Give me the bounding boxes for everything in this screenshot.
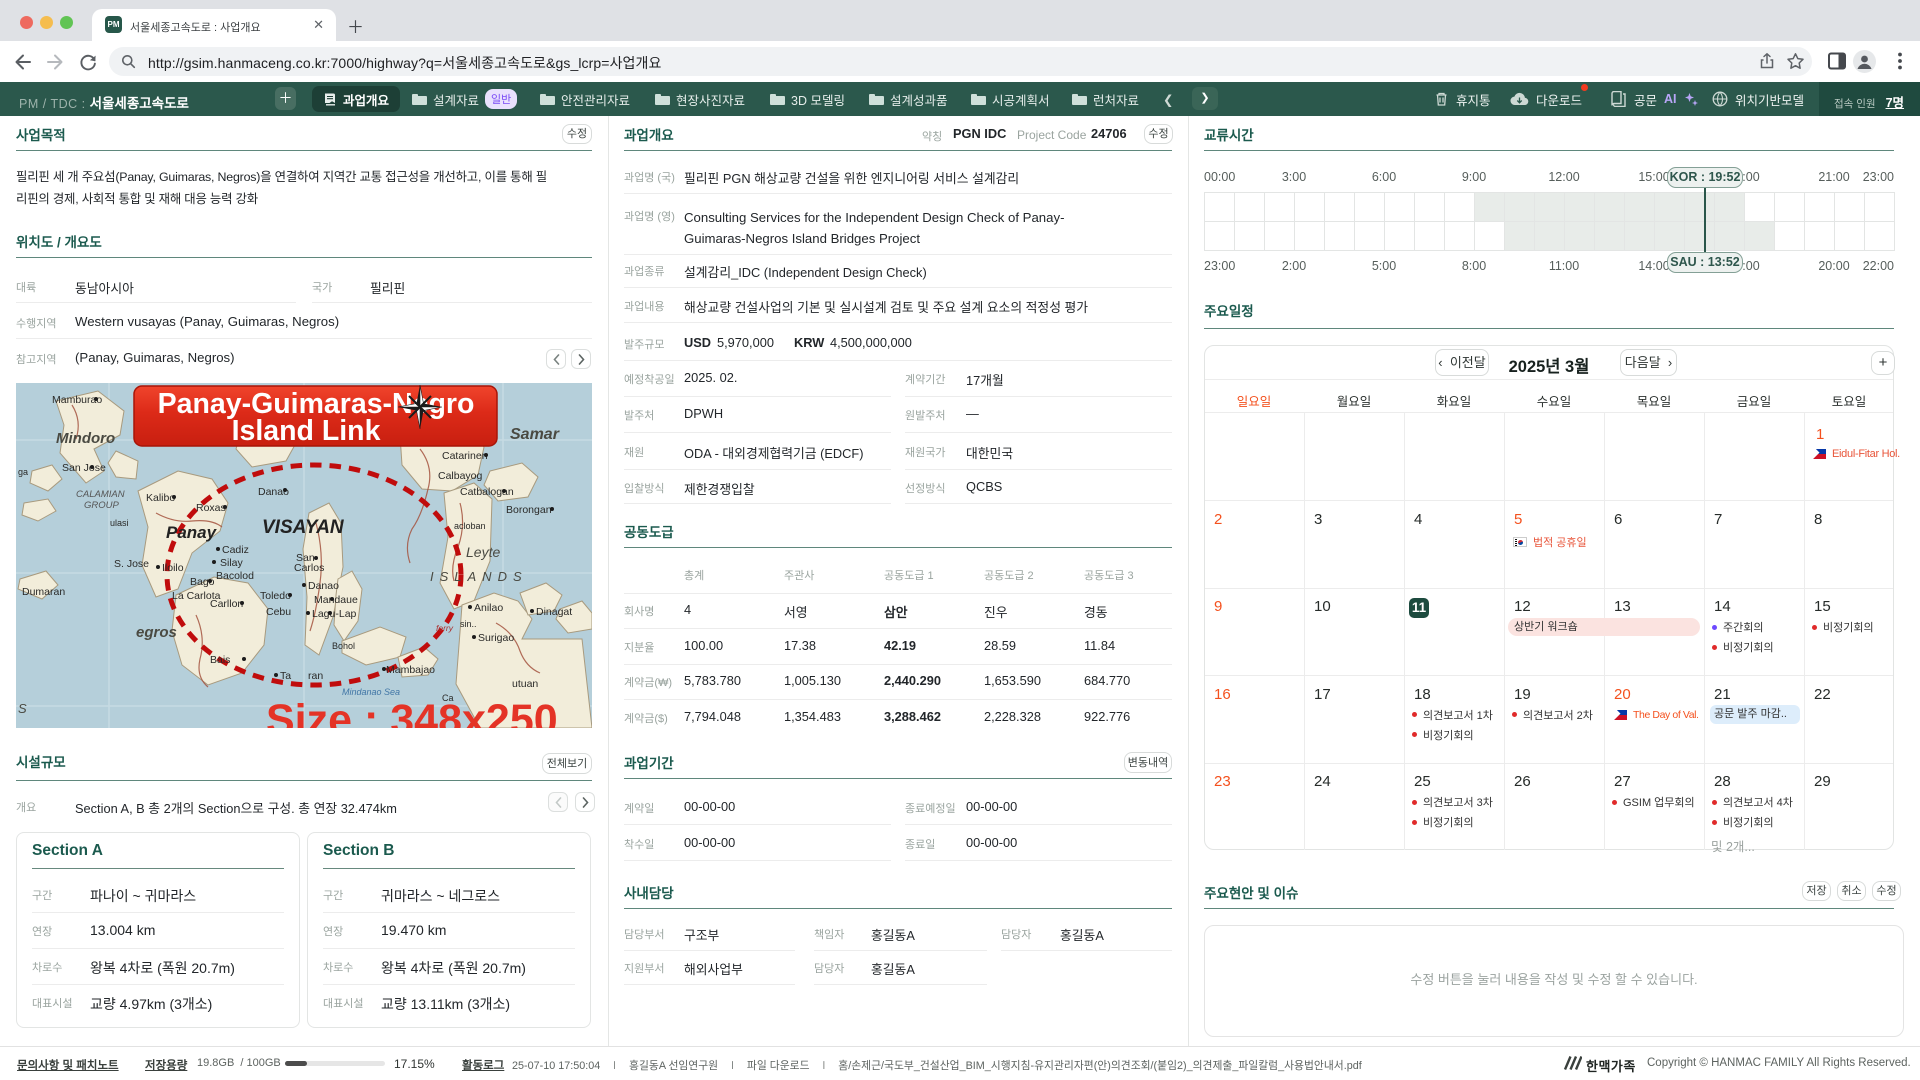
svg-text:Mandaue: Mandaue bbox=[314, 594, 358, 606]
svg-text:Mambajao: Mambajao bbox=[386, 664, 435, 676]
svg-text:Catbalogan: Catbalogan bbox=[460, 486, 514, 498]
svg-text:Dinagat: Dinagat bbox=[536, 606, 572, 618]
svg-text:Island Link: Island Link bbox=[232, 415, 381, 447]
svg-text:San Jose: San Jose bbox=[62, 462, 106, 474]
svg-text:Danao: Danao bbox=[258, 486, 289, 498]
svg-text:ferry: ferry bbox=[436, 623, 454, 633]
svg-text:Bacolod: Bacolod bbox=[216, 570, 254, 582]
svg-text:Kalibo: Kalibo bbox=[146, 492, 175, 504]
svg-text:Toledo: Toledo bbox=[260, 590, 291, 602]
svg-text:ulasi: ulasi bbox=[110, 518, 129, 528]
svg-text:VISAYAN: VISAYAN bbox=[262, 517, 345, 538]
svg-text:Cadiz: Cadiz bbox=[222, 544, 249, 556]
svg-text:Carlos: Carlos bbox=[294, 562, 324, 574]
svg-text:Iloilo: Iloilo bbox=[162, 562, 184, 574]
svg-text:S: S bbox=[18, 701, 27, 716]
svg-text:Cebu: Cebu bbox=[266, 606, 291, 618]
svg-text:Mindoro: Mindoro bbox=[56, 430, 115, 447]
svg-text:Roxas: Roxas bbox=[196, 502, 226, 514]
svg-text:Lagu-Lap: Lagu-Lap bbox=[312, 608, 357, 620]
svg-text:Calbayog: Calbayog bbox=[438, 470, 483, 482]
svg-text:Dumaran: Dumaran bbox=[22, 586, 65, 598]
svg-text:ISLANDS: ISLANDS bbox=[430, 569, 528, 584]
svg-text:egros: egros bbox=[136, 624, 177, 641]
svg-text:Size : 348x250: Size : 348x250 bbox=[266, 696, 558, 728]
svg-text:Leyte: Leyte bbox=[466, 544, 500, 560]
svg-text:utuan: utuan bbox=[512, 678, 538, 690]
svg-text:Anilao: Anilao bbox=[474, 602, 503, 614]
svg-text:Silay: Silay bbox=[220, 557, 244, 569]
svg-text:Borongan: Borongan bbox=[506, 504, 552, 516]
svg-text:Catarinen: Catarinen bbox=[442, 450, 488, 462]
svg-text:ran: ran bbox=[308, 670, 323, 682]
svg-text:sin..: sin.. bbox=[460, 619, 477, 629]
svg-text:Bais: Bais bbox=[210, 654, 230, 666]
svg-text:Surigao: Surigao bbox=[478, 632, 514, 644]
svg-text:Panay: Panay bbox=[166, 523, 218, 542]
svg-text:CALAMIAN: CALAMIAN bbox=[76, 489, 125, 500]
svg-text:GROUP: GROUP bbox=[84, 500, 120, 511]
svg-text:Samar: Samar bbox=[510, 426, 560, 443]
svg-text:acloban: acloban bbox=[454, 521, 486, 531]
svg-text:Danao: Danao bbox=[308, 580, 339, 592]
svg-text:Ta: Ta bbox=[280, 670, 291, 682]
svg-text:Carllon: Carllon bbox=[210, 598, 243, 610]
svg-text:Bohol: Bohol bbox=[332, 641, 355, 651]
svg-text:S. Jose: S. Jose bbox=[114, 558, 149, 570]
svg-text:ga: ga bbox=[18, 467, 28, 477]
